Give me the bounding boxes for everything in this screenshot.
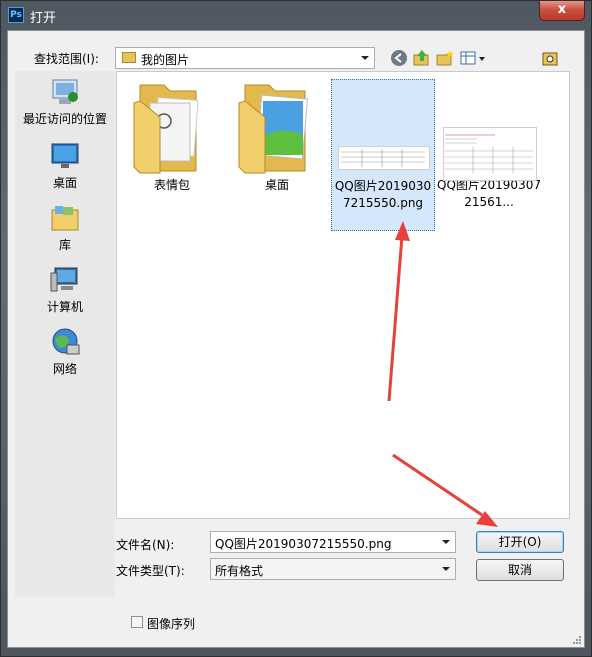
places-bar: 最近访问的位置 桌面 库 计算机 网络 bbox=[15, 71, 115, 597]
file-name: 桌面 bbox=[264, 178, 289, 192]
folder-icon bbox=[122, 52, 136, 63]
lookin-value: 我的图片 bbox=[141, 53, 190, 67]
network-icon bbox=[49, 327, 81, 357]
cancel-button[interactable]: 取消 bbox=[476, 559, 564, 581]
image-sequence-checkbox[interactable] bbox=[131, 616, 143, 628]
chevron-down-icon bbox=[361, 56, 369, 60]
back-arrow-icon bbox=[391, 50, 407, 66]
filename-value: QQ图片20190307215550.png bbox=[215, 537, 392, 551]
filetype-label: 文件类型(T): bbox=[116, 564, 185, 578]
filetype-value: 所有格式 bbox=[215, 564, 264, 578]
chevron-down-icon bbox=[442, 540, 450, 544]
photoshop-icon: Ps bbox=[8, 7, 24, 23]
list-item[interactable]: 表情包 bbox=[120, 77, 224, 197]
open-button[interactable]: 打开(O) bbox=[476, 531, 564, 553]
lookin-combobox[interactable]: 我的图片 bbox=[115, 47, 375, 69]
close-button[interactable]: x bbox=[539, 1, 585, 21]
place-label: 网络 bbox=[52, 362, 77, 376]
place-desktop[interactable]: 桌面 bbox=[15, 141, 115, 191]
resize-grip-icon[interactable] bbox=[572, 635, 582, 645]
image-sequence-label: 图像序列 bbox=[147, 617, 196, 631]
window-title: 打开 bbox=[30, 11, 57, 26]
filetype-select[interactable]: 所有格式 bbox=[210, 558, 456, 580]
filename-label: 文件名(N): bbox=[116, 538, 175, 552]
folder-icon bbox=[225, 77, 329, 177]
up-folder-icon bbox=[413, 50, 429, 66]
place-label: 库 bbox=[58, 238, 71, 252]
place-label: 最近访问的位置 bbox=[22, 112, 107, 126]
file-name: QQ图片20190307215550.png bbox=[334, 179, 432, 210]
open-dialog-window: Ps 打开 x 查找范围(I): 我的图片 最近访问的位置 桌面 库 计算机 网… bbox=[0, 0, 592, 657]
libraries-icon bbox=[49, 203, 81, 233]
title-bar[interactable]: Ps 打开 x bbox=[1, 1, 591, 29]
file-name: QQ图片2019030721561... bbox=[437, 178, 541, 209]
folder-star-icon bbox=[542, 52, 558, 66]
new-folder-button[interactable] bbox=[436, 49, 456, 67]
place-network[interactable]: 网络 bbox=[15, 327, 115, 377]
place-recent[interactable]: 最近访问的位置 bbox=[15, 77, 115, 127]
filename-input[interactable]: QQ图片20190307215550.png bbox=[210, 531, 456, 553]
lookin-label: 查找范围(I): bbox=[34, 52, 99, 66]
desktop-icon bbox=[49, 141, 81, 171]
view-grid-icon bbox=[460, 51, 485, 65]
recent-places-icon bbox=[49, 77, 81, 107]
list-item[interactable]: 桌面 bbox=[225, 77, 329, 197]
computer-icon bbox=[49, 265, 81, 295]
place-computer[interactable]: 计算机 bbox=[15, 265, 115, 315]
image-thumbnail bbox=[437, 79, 541, 181]
image-thumbnail bbox=[332, 80, 434, 178]
list-item-selected[interactable]: QQ图片20190307215550.png bbox=[331, 79, 435, 231]
dialog-client: 查找范围(I): 我的图片 最近访问的位置 桌面 库 计算机 网络 表情包 桌面… bbox=[7, 30, 585, 648]
view-menu-button[interactable] bbox=[460, 49, 488, 67]
up-folder-button[interactable] bbox=[413, 49, 433, 67]
place-libraries[interactable]: 库 bbox=[15, 203, 115, 253]
chevron-down-icon bbox=[442, 567, 450, 571]
folder-icon bbox=[120, 77, 224, 177]
file-list-view[interactable]: 表情包 桌面 QQ图片20190307215550.png QQ图片201903… bbox=[116, 71, 570, 519]
file-name: 表情包 bbox=[153, 178, 190, 192]
place-label: 桌面 bbox=[52, 176, 77, 190]
new-folder-icon bbox=[436, 50, 454, 66]
list-item[interactable]: QQ图片2019030721561... bbox=[437, 79, 541, 219]
back-button[interactable] bbox=[390, 49, 410, 67]
bridge-button[interactable] bbox=[541, 49, 561, 67]
place-label: 计算机 bbox=[46, 300, 83, 314]
